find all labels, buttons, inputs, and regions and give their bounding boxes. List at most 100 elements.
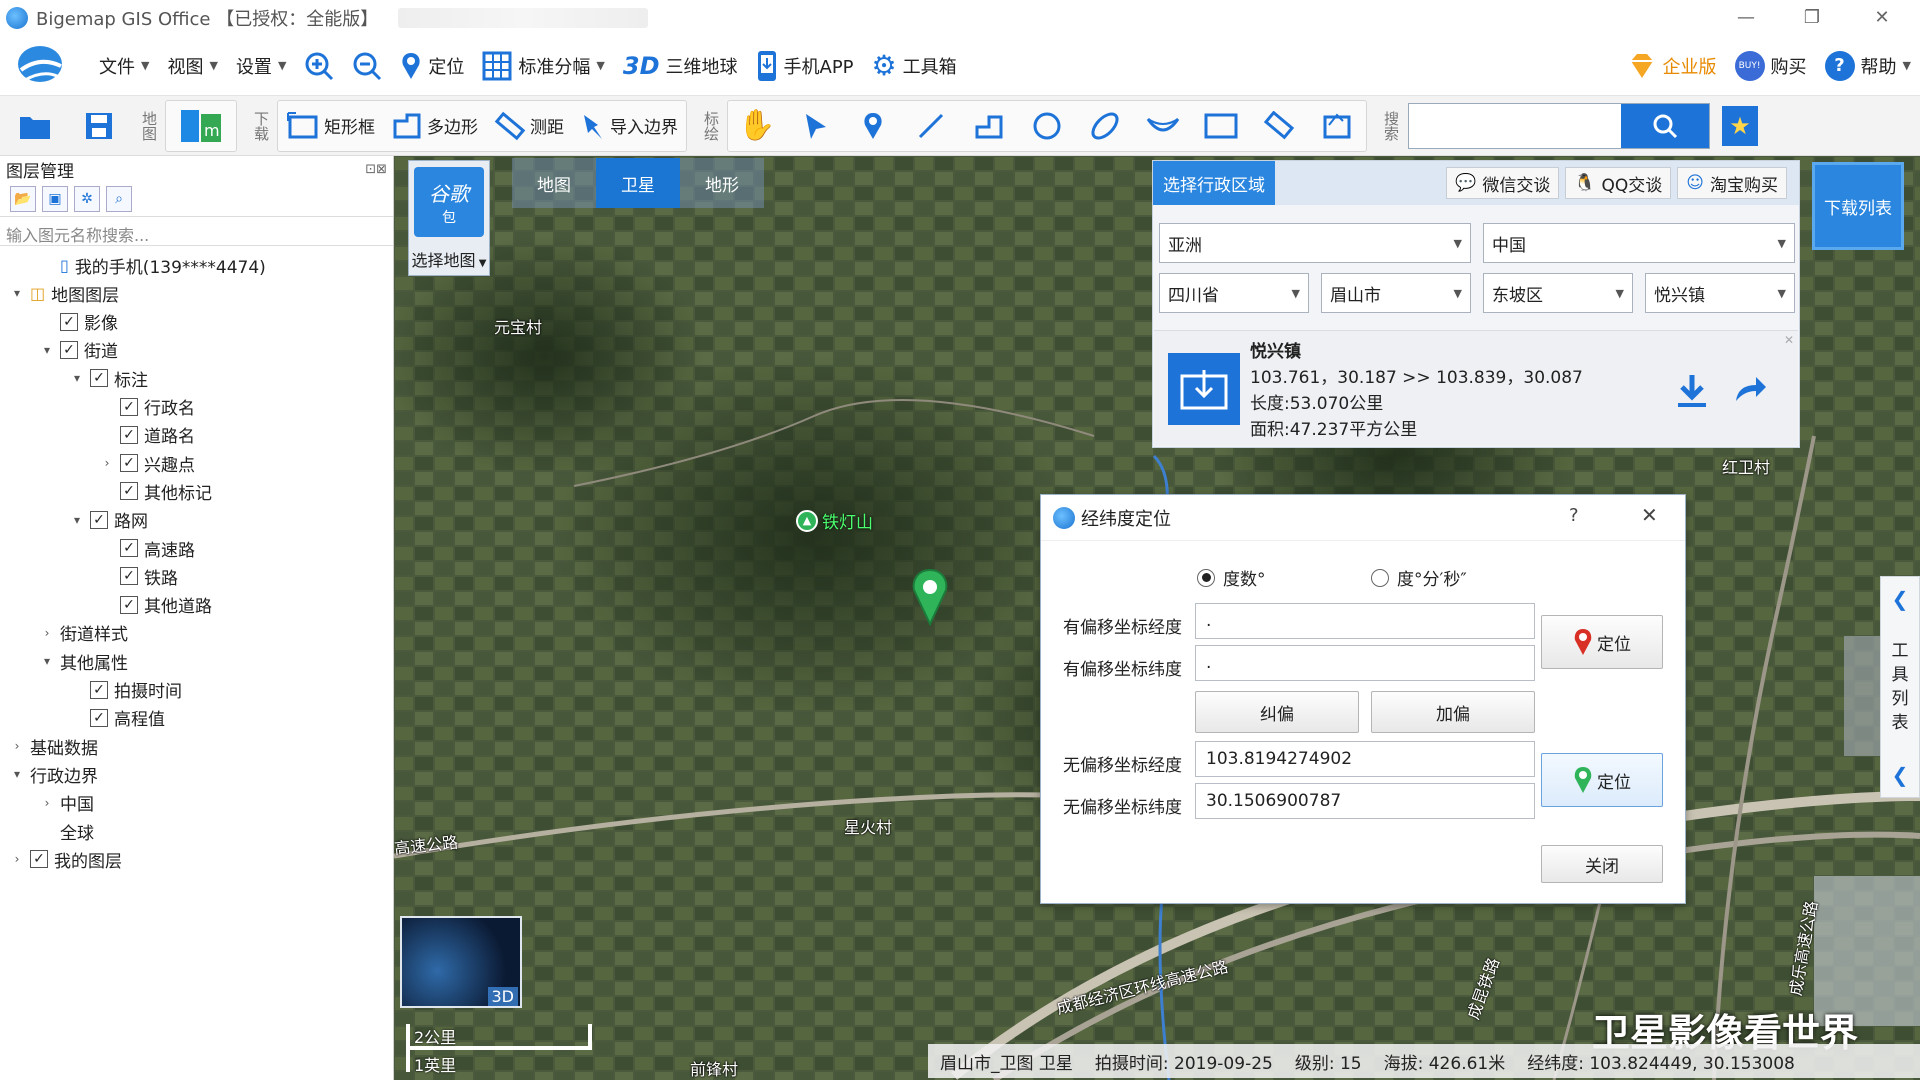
dialog-close-x[interactable]: ✕ xyxy=(1641,503,1658,527)
tab-map-type-map[interactable]: 地图 xyxy=(512,158,596,208)
tab-map-type-terrain[interactable]: 地形 xyxy=(680,158,764,208)
select-map-widget[interactable]: 谷歌 包 选择地图 ▼ xyxy=(408,160,490,276)
import-boundary-button[interactable]: 导入边界 xyxy=(572,102,686,150)
locate-offset-button[interactable]: 定位 xyxy=(1541,615,1663,669)
layer-tree-item[interactable]: › 街道样式 xyxy=(40,620,128,646)
wechat-chat-button[interactable]: 💬 微信交谈 xyxy=(1446,167,1560,199)
polyline-tool[interactable] xyxy=(960,102,1018,150)
curve-tool[interactable] xyxy=(1134,102,1192,150)
menu-settings[interactable]: 设置 ▼ xyxy=(227,41,295,91)
layer-checkbox[interactable]: ✓ xyxy=(60,340,78,359)
ellipse-tool[interactable] xyxy=(1076,102,1134,150)
province-select[interactable]: 四川省 ▼ xyxy=(1159,273,1309,313)
chevron-right-icon[interactable]: › xyxy=(40,796,54,810)
chevron-down-icon[interactable]: ▾ xyxy=(70,513,84,527)
layer-checkbox[interactable]: ✓ xyxy=(90,708,108,727)
layer-tree-item[interactable]: › 中国 xyxy=(40,790,94,816)
menu-file[interactable]: 文件 ▼ xyxy=(90,41,158,91)
layer-tree-item[interactable]: ✓ 拍摄时间 xyxy=(70,677,182,703)
globe-3d-button[interactable]: 3D 三维地球 xyxy=(614,41,747,91)
layer-checkbox[interactable]: ✓ xyxy=(120,454,138,473)
layer-checkbox[interactable]: ✓ xyxy=(120,482,138,501)
open-folder-button[interactable] xyxy=(0,102,70,150)
side-tools-panel[interactable]: ❮ 工具列表 ❮ xyxy=(1880,576,1920,798)
layer-tree-item[interactable]: ▾ ◫ 地图图层 xyxy=(10,280,119,306)
layer-checkbox[interactable]: ✓ xyxy=(90,510,108,529)
menu-view[interactable]: 视图 ▼ xyxy=(158,41,226,91)
layer-checkbox[interactable]: ✓ xyxy=(120,595,138,614)
close-window-button[interactable]: ✕ xyxy=(1852,0,1912,34)
layer-tree-item[interactable]: ✓ 其他道路 xyxy=(100,592,212,618)
toolbox-button[interactable]: ⚙ 工具箱 xyxy=(863,41,966,91)
zoom-in-button[interactable] xyxy=(295,41,343,91)
help-button[interactable]: ? 帮助 ▼ xyxy=(1816,41,1920,91)
offset-lat-input[interactable]: . xyxy=(1195,645,1535,681)
layer-tree-item[interactable]: ▾ 行政边界 xyxy=(10,761,98,787)
save-button[interactable] xyxy=(70,102,128,150)
taobao-buy-button[interactable]: ☺ 淘宝购买 xyxy=(1677,167,1787,199)
close-icon[interactable]: ✕ xyxy=(1784,333,1794,347)
minimap-3d[interactable]: 3D xyxy=(400,916,522,1008)
chevron-right-icon[interactable]: › xyxy=(10,852,24,866)
polygon-select-button[interactable]: 多边形 xyxy=(383,102,486,150)
ruler-tool[interactable] xyxy=(1250,102,1308,150)
locate-button[interactable]: 定位 xyxy=(391,41,473,91)
marker-tool[interactable] xyxy=(844,102,902,150)
cluster-icon[interactable]: ✲ xyxy=(74,186,100,212)
locate-nooffset-button[interactable]: 定位 xyxy=(1541,753,1663,807)
city-select[interactable]: 眉山市 ▼ xyxy=(1321,273,1471,313)
layer-tree-item[interactable]: ✓ 高速路 xyxy=(100,535,195,561)
buy-button[interactable]: BUY! 购买 xyxy=(1726,41,1816,91)
pan-tool[interactable]: ✋ xyxy=(728,102,786,150)
help-icon[interactable]: ? xyxy=(1569,505,1579,526)
download-region-icon[interactable] xyxy=(1168,353,1240,425)
enterprise-button[interactable]: 企业版 xyxy=(1618,41,1726,91)
radio-degree[interactable]: 度数° xyxy=(1197,565,1266,590)
layer-tree-item[interactable]: ▾ ✓ 路网 xyxy=(70,507,148,533)
save-layer-icon[interactable]: ▣ xyxy=(42,186,68,212)
layer-checkbox[interactable]: ✓ xyxy=(30,850,48,869)
select-tool[interactable] xyxy=(786,102,844,150)
layer-tree-item[interactable]: ▾ ✓ 标注 xyxy=(70,365,148,391)
grid-button[interactable]: 标准分幅 ▼ xyxy=(473,41,613,91)
add-offset-button[interactable]: 加偏 xyxy=(1371,691,1535,733)
measure-button[interactable]: 测距 xyxy=(486,102,572,150)
location-pin-marker[interactable] xyxy=(910,568,950,626)
layer-checkbox[interactable]: ✓ xyxy=(120,567,138,586)
chevron-right-icon[interactable]: › xyxy=(40,626,54,640)
layer-tree-item[interactable]: ▾ ✓ 街道 xyxy=(40,337,118,363)
layer-tree-item[interactable]: › ✓ 我的图层 xyxy=(10,846,122,872)
mobile-app-button[interactable]: 手机APP xyxy=(747,41,863,91)
continent-select[interactable]: 亚洲 ▼ xyxy=(1159,223,1471,263)
country-select[interactable]: 中国 ▼ xyxy=(1483,223,1795,263)
restore-button[interactable]: ❐ xyxy=(1782,0,1842,34)
annotate-tool[interactable] xyxy=(1308,102,1366,150)
layer-tree-item[interactable]: › ✓ 兴趣点 xyxy=(100,450,195,476)
layer-tree-item[interactable]: ✓ 其他标记 xyxy=(100,478,212,504)
layer-checkbox[interactable]: ✓ xyxy=(120,425,138,444)
open-layer-icon[interactable]: 📂 xyxy=(10,186,36,212)
layer-tree-item[interactable]: › 基础数据 xyxy=(10,733,98,759)
rectangle-tool[interactable] xyxy=(1192,102,1250,150)
layer-checkbox[interactable]: ✓ xyxy=(120,397,138,416)
layer-checkbox[interactable]: ✓ xyxy=(120,539,138,557)
chevron-down-icon[interactable]: ▾ xyxy=(40,654,54,668)
search-button[interactable] xyxy=(1621,103,1709,148)
chevron-down-icon[interactable]: ▾ xyxy=(10,286,24,300)
favorite-star-icon[interactable]: ★ xyxy=(1722,105,1758,146)
correct-offset-button[interactable]: 纠偏 xyxy=(1195,691,1359,733)
offset-lng-input[interactable]: . xyxy=(1195,603,1535,639)
layer-search-icon[interactable]: ⌕ xyxy=(106,186,132,212)
radio-dms[interactable]: 度°分′秒″ xyxy=(1371,565,1467,590)
share-icon[interactable] xyxy=(1732,373,1768,405)
layer-tree-item[interactable]: ✓ 道路名 xyxy=(100,422,195,448)
line-tool[interactable] xyxy=(902,102,960,150)
qq-chat-button[interactable]: 🐧 QQ交谈 xyxy=(1565,167,1672,199)
chevron-down-icon[interactable]: ▾ xyxy=(40,343,54,357)
chevron-down-icon[interactable]: ▾ xyxy=(70,371,84,385)
layer-tree-item[interactable]: ✓ 高程值 xyxy=(70,705,165,731)
layer-checkbox[interactable]: ✓ xyxy=(90,680,108,699)
circle-tool[interactable] xyxy=(1018,102,1076,150)
search-input[interactable] xyxy=(1409,104,1621,148)
chevron-left-icon[interactable]: ❮ xyxy=(1892,587,1909,611)
